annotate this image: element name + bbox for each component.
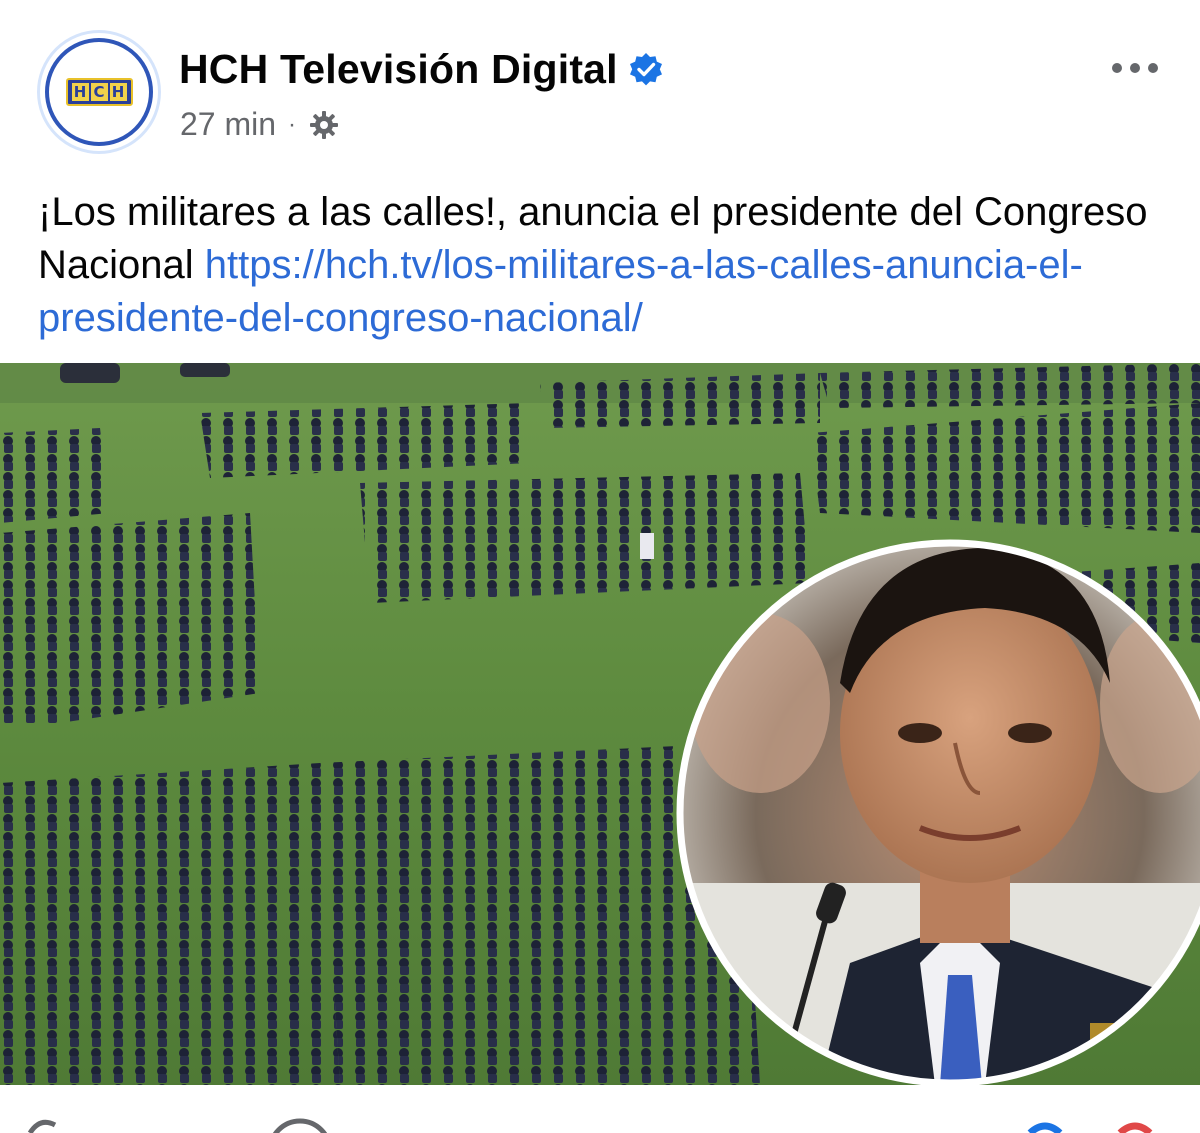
post-timestamp[interactable]: 27 min [180,106,276,143]
facebook-post: H C H HCH Televisión Digital 27 min · ¡L… [0,0,1200,1133]
post-image-graphic [0,363,1200,1085]
post-meta: 27 min · [180,106,340,143]
page-avatar[interactable]: H C H [37,30,161,154]
hch-logo: H C H [65,78,133,106]
globe-gear-icon [310,110,339,139]
post-actions-bar [0,1085,1200,1133]
more-options-icon[interactable] [1110,58,1160,78]
logo-letter-h1: H [71,83,89,101]
verified-badge-icon [629,52,662,85]
post-header: H C H HCH Televisión Digital 27 min · [0,0,1200,170]
page-name[interactable]: HCH Televisión Digital [179,46,618,93]
logo-letter-h2: H [109,83,127,101]
logo-letter-c: C [90,83,108,101]
post-image[interactable] [0,363,1200,1085]
avatar-ring: H C H [45,38,153,146]
post-caption: ¡Los militares a las calles!, anuncia el… [38,186,1178,345]
page-name-row: HCH Televisión Digital [179,46,664,93]
actions-partial-icons [27,1118,1153,1133]
meta-separator: · [288,110,297,138]
